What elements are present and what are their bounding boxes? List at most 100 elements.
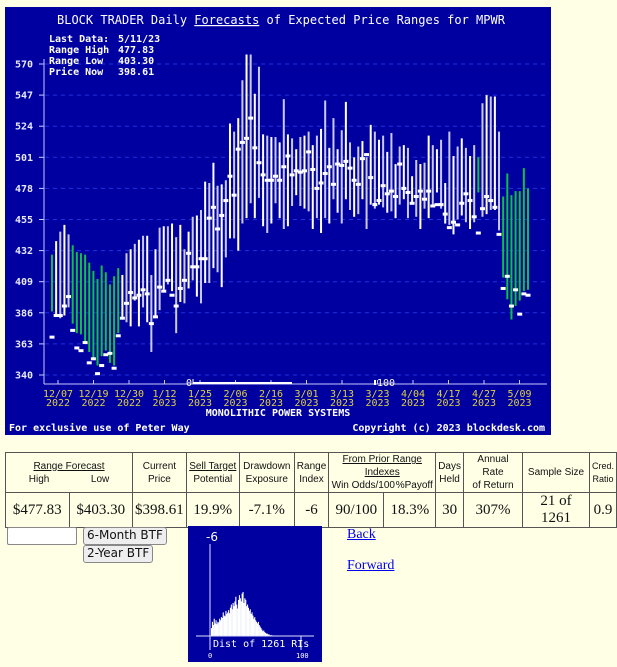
price-marker [128, 291, 134, 295]
price-marker [393, 195, 399, 199]
range-index-header: Range Index [293, 452, 330, 493]
price-marker [136, 293, 142, 297]
forecasts-link[interactable]: Forecasts [194, 13, 259, 27]
y-tick-label: 409 [15, 277, 33, 288]
price-marker [111, 366, 117, 370]
x-tick-year: 2023 [436, 398, 460, 409]
range-low-label: Range Low [49, 56, 104, 67]
price-marker [181, 278, 187, 282]
price-marker [467, 199, 473, 203]
price-now-label: Price Now [49, 66, 104, 78]
price-marker [252, 146, 258, 150]
range-bars [49, 54, 531, 376]
range-forecast-link[interactable]: Range Forecast [8, 460, 130, 473]
price-marker [314, 186, 320, 190]
ri-scale-low-label: 0 [186, 378, 192, 389]
price-marker [422, 197, 428, 201]
price-marker [384, 192, 390, 196]
current-price-header: Current Price [132, 452, 187, 493]
price-marker [268, 178, 274, 182]
drawdown-cell: -7.1% [238, 492, 295, 528]
price-marker [61, 304, 67, 308]
sample-size-cell: 21 of 1261 [521, 492, 590, 528]
price-marker [90, 357, 96, 361]
range-low-cell: $403.30 [68, 492, 134, 528]
price-marker [376, 199, 382, 203]
forecast-chart-panel: 570 547 524 501 478 455 432 409 386 363 340 12/07 2… [5, 7, 551, 435]
price-marker [459, 201, 465, 205]
drawdown-header: Drawdown Exposure [238, 452, 295, 493]
price-marker [273, 174, 279, 178]
price-marker [343, 159, 349, 163]
price-marker [388, 189, 394, 193]
symbol-input[interactable] [7, 527, 77, 545]
chart-title: BLOCK TRADER Daily Forecasts of Expected… [57, 13, 506, 27]
last-data-label: Last Data: [49, 34, 109, 45]
price-marker [165, 278, 171, 282]
sell-target-link[interactable]: Sell Target [189, 460, 237, 473]
two-year-btf-button[interactable]: 2-Year BTF [83, 545, 154, 563]
price-marker [471, 215, 477, 219]
price-marker [463, 192, 469, 196]
range-high-label: Range High [49, 44, 109, 56]
price-marker [368, 176, 374, 180]
dist-axis-low: 0 [208, 652, 212, 660]
days-held-header: Days Held [435, 452, 464, 493]
price-marker [438, 203, 444, 207]
price-marker [289, 173, 295, 177]
price-marker [318, 181, 324, 185]
price-marker [70, 328, 76, 332]
price-marker [479, 207, 485, 211]
days-held-cell: 30 [435, 492, 464, 528]
drawdown-header-line2: Exposure [245, 473, 288, 485]
price-marker [99, 364, 105, 368]
days-held-header-line1: Days [438, 460, 461, 472]
price-marker [380, 184, 386, 188]
y-tick-labels: 570 547 524 501 478 455 432 409 386 363 340 [15, 60, 44, 382]
prior-ri-link[interactable]: From Prior Range Indexes [331, 453, 433, 479]
six-month-btf-button[interactable]: 6-Month BTF [83, 527, 167, 545]
price-marker [256, 161, 262, 165]
price-marker [525, 293, 531, 297]
sell-target-header: Sell Target Potential [185, 452, 240, 493]
last-data-value: 5/11/23 [118, 34, 160, 45]
price-marker [173, 304, 179, 308]
price-marker [488, 199, 494, 203]
price-marker [49, 335, 55, 339]
price-marker [484, 195, 490, 199]
current-ri-marker-label: -6 [206, 530, 218, 544]
x-tick-year: 2023 [401, 398, 425, 409]
back-link[interactable]: Back [347, 527, 376, 543]
forecast-chart: 570547524501478455432409386363340 12/072… [9, 13, 547, 434]
payoff-cell: 18.3% [383, 492, 437, 528]
ri-distribution-panel: -6 Dist of 1261 RIs 0 100 [188, 526, 322, 662]
sell-target-cell: 19.9% [185, 492, 240, 528]
forward-link[interactable]: Forward [347, 558, 394, 574]
chart-title-prefix: BLOCK TRADER Daily [57, 13, 194, 27]
price-marker [78, 349, 84, 353]
price-marker [326, 165, 332, 169]
price-marker [450, 220, 456, 224]
y-tick-label: 524 [15, 122, 33, 133]
price-marker [86, 361, 92, 365]
price-marker [231, 193, 237, 197]
dist-caption: Dist of 1261 RIs [213, 639, 309, 650]
y-tick-label: 432 [15, 246, 33, 257]
price-marker [215, 227, 221, 231]
price-marker [57, 314, 63, 318]
price-marker [124, 301, 130, 305]
x-axis-label: MONOLITHIC POWER SYSTEMS [206, 408, 351, 419]
price-marker [206, 216, 212, 220]
chart-title-suffix: of Expected Price Ranges for MPWR [259, 13, 505, 27]
high-subheader: High [28, 473, 50, 485]
y-tick-label: 547 [15, 91, 33, 102]
price-marker [260, 173, 266, 177]
price-marker [281, 165, 287, 169]
price-marker [202, 257, 208, 261]
price-marker [339, 163, 345, 167]
x-tick-year: 2023 [472, 398, 496, 409]
price-marker [74, 346, 80, 350]
price-marker [364, 153, 370, 157]
days-held-header-line2: Held [439, 473, 460, 485]
x-tick-year: 2022 [117, 398, 141, 409]
